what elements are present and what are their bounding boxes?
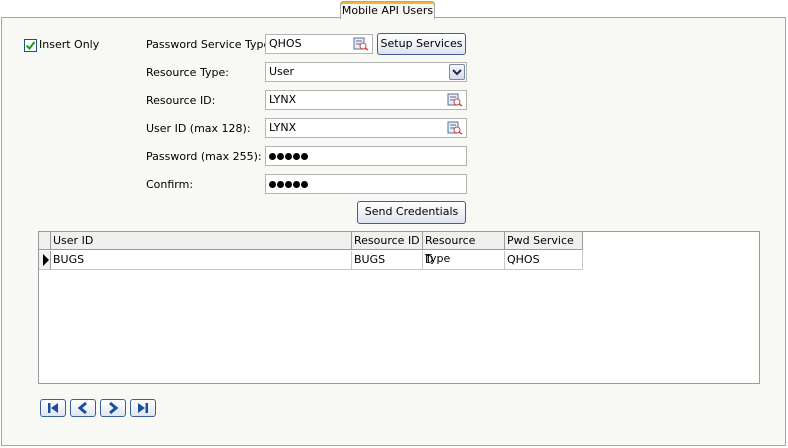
insert-only-checkbox[interactable]: [24, 39, 37, 52]
column-header[interactable]: Pwd Service: [505, 232, 583, 250]
password-dot: [285, 180, 292, 188]
user-id-label: User ID (max 128):: [146, 122, 251, 135]
checkmark-icon: [25, 41, 36, 51]
column-header[interactable]: Resource Type: [423, 232, 505, 265]
table-cell[interactable]: QHOS: [505, 251, 583, 270]
current-row-arrow-icon: [43, 254, 49, 266]
next-record-icon: [109, 401, 119, 415]
lookup-icon[interactable]: [447, 121, 463, 135]
lookup-icon[interactable]: [353, 37, 369, 51]
confirm-mask: [269, 177, 309, 190]
lookup-icon[interactable]: [447, 93, 463, 107]
confirm-label: Confirm:: [146, 178, 194, 191]
first-record-icon: [48, 403, 58, 413]
user-id-field[interactable]: LYNX: [265, 118, 467, 138]
resource-id-value: LYNX: [269, 93, 297, 106]
last-record-button[interactable]: [130, 399, 156, 417]
table-cell[interactable]: BUGS: [51, 251, 352, 270]
column-header[interactable]: Resource ID: [352, 232, 423, 250]
dropdown-button[interactable]: [449, 64, 465, 80]
user-id-value: LYNX: [269, 121, 297, 134]
chevron-down-icon: [452, 69, 462, 76]
password-dot: [293, 152, 300, 160]
grid-indicator-header: [39, 232, 51, 250]
tab-mobile-api-users[interactable]: Mobile API Users: [340, 1, 435, 19]
password-dot: [269, 180, 276, 188]
password-dot: [277, 180, 284, 188]
row-indicator: [39, 251, 51, 270]
prior-record-icon: [77, 401, 87, 415]
password-label: Password (max 255):: [146, 150, 262, 163]
password-dot: [301, 180, 308, 188]
password-service-type-label: Password Service Type:: [146, 38, 274, 51]
table-cell[interactable]: BUGS: [352, 251, 423, 270]
password-service-type-field[interactable]: QHOS: [265, 34, 373, 54]
password-dot: [293, 180, 300, 188]
send-credentials-button[interactable]: Send Credentials: [357, 201, 466, 224]
next-record-button[interactable]: [100, 399, 126, 417]
insert-only-label: Insert Only: [39, 38, 100, 51]
setup-services-button[interactable]: Setup Services: [377, 33, 466, 55]
password-dot: [285, 152, 292, 160]
resource-type-select[interactable]: User: [265, 62, 467, 82]
resource-id-label: Resource ID:: [146, 94, 216, 107]
table-cell[interactable]: D: [423, 251, 505, 270]
password-service-type-value: QHOS: [269, 37, 302, 50]
resource-id-field[interactable]: LYNX: [265, 90, 467, 110]
password-field[interactable]: [265, 146, 467, 166]
resource-type-label: Resource Type:: [146, 66, 229, 79]
password-dot: [301, 152, 308, 160]
resource-type-value: User: [269, 65, 295, 78]
password-mask: [269, 149, 309, 162]
last-record-icon: [138, 403, 148, 413]
column-header[interactable]: User ID: [51, 232, 352, 250]
prior-record-button[interactable]: [70, 399, 96, 417]
confirm-field[interactable]: [265, 174, 467, 194]
password-dot: [277, 152, 284, 160]
first-record-button[interactable]: [40, 399, 66, 417]
users-grid[interactable]: User ID Resource ID Resource Type Pwd Se…: [38, 231, 760, 384]
password-dot: [269, 152, 276, 160]
